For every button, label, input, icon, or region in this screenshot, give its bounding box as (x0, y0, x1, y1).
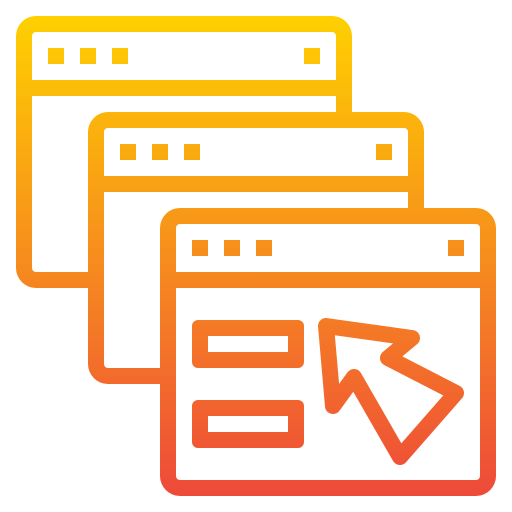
cursor-arrow-icon (318, 318, 464, 465)
back-window-dot-3 (112, 48, 128, 64)
front-window-dot-3 (256, 240, 272, 256)
multiple-browser-windows-icon (16, 16, 496, 496)
front-window-dot-2 (224, 240, 240, 256)
middle-window-dot-1 (120, 144, 136, 160)
middle-window-corner-square (376, 144, 392, 160)
field-bar-1 (192, 320, 304, 368)
front-window-titlebar-divider (176, 272, 480, 288)
back-window-corner-square (304, 48, 320, 64)
back-window-titlebar-divider (32, 80, 336, 96)
front-window-dot-1 (192, 240, 208, 256)
middle-window-titlebar-divider (104, 176, 408, 192)
front-window-corner-square (448, 240, 464, 256)
back-window-dot-1 (48, 48, 64, 64)
back-window-dot-2 (80, 48, 96, 64)
middle-window-dot-3 (184, 144, 200, 160)
middle-window-dot-2 (152, 144, 168, 160)
field-bar-2 (192, 400, 304, 448)
